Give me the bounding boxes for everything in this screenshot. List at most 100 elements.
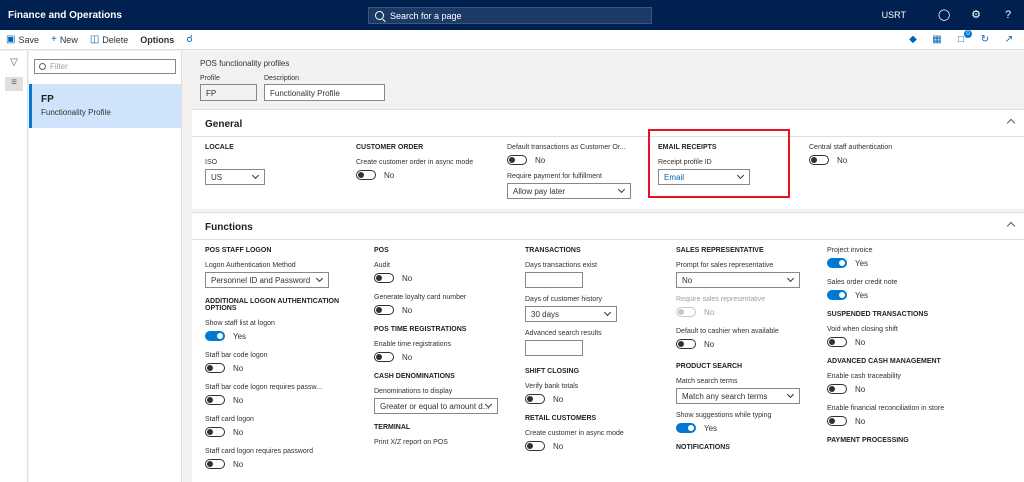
top-navigation-bar: Finance and Operations Search for a page…: [0, 0, 1024, 30]
require-rep-toggle[interactable]: [676, 307, 696, 317]
reconciliation-toggle[interactable]: [827, 416, 847, 426]
suggest-value: Yes: [704, 423, 718, 433]
defaults-group: Default transactions as Customer Or... N…: [507, 144, 632, 199]
prompt-select[interactable]: No: [676, 272, 800, 288]
barcode-toggle[interactable]: [205, 363, 225, 373]
locale-heading: LOCALE: [205, 144, 234, 151]
require-rep-label: Require sales representative: [676, 296, 766, 303]
barcode-pw-toggle[interactable]: [205, 395, 225, 405]
popout-icon[interactable]: ↗: [1002, 33, 1016, 47]
create-cust-toggle[interactable]: [525, 441, 545, 451]
default-cashier-label: Default to cashier when available: [676, 328, 779, 335]
customer-order-heading: CUSTOMER ORDER: [356, 144, 424, 151]
audit-toggle[interactable]: [374, 273, 394, 283]
search-icon: ☌: [186, 34, 194, 45]
profile-label: Profile: [200, 75, 220, 82]
chevron-up-icon[interactable]: [1006, 118, 1016, 128]
details-pane: POS functionality profiles Profile FP De…: [192, 51, 1024, 482]
details-header: POS functionality profiles Profile FP De…: [192, 51, 1024, 107]
credit-note-value: Yes: [855, 290, 869, 300]
show-staff-toggle[interactable]: [205, 331, 225, 341]
staff-logon-heading: POS STAFF LOGON: [205, 247, 272, 254]
profile-value[interactable]: FP: [200, 84, 257, 101]
days-history-select[interactable]: 30 days: [525, 306, 617, 322]
time-reg-toggle[interactable]: [374, 352, 394, 362]
logon-method-value: Personnel ID and Password: [211, 276, 311, 285]
match-select[interactable]: Match any search terms: [676, 388, 800, 404]
company-picker[interactable]: USRT: [882, 10, 906, 20]
void-toggle[interactable]: [827, 337, 847, 347]
default-cashier-value: No: [704, 339, 715, 349]
iso-label: ISO: [205, 159, 218, 166]
chevron-up-icon[interactable]: [1006, 221, 1016, 231]
async-order-toggle[interactable]: [356, 170, 376, 180]
cash-mgmt-heading: ADVANCED CASH MANAGEMENT: [827, 358, 941, 365]
save-label: Save: [18, 34, 39, 45]
adv-search-input[interactable]: [525, 340, 583, 356]
chevron-down-icon: [251, 171, 260, 180]
central-auth-group: Central staff authentication No: [809, 144, 949, 165]
traceability-toggle[interactable]: [827, 384, 847, 394]
diamond-icon[interactable]: ◆: [906, 33, 920, 47]
card-pw-label: Staff card logon requires password: [205, 448, 314, 455]
description-input[interactable]: Functionality Profile: [264, 84, 385, 101]
chevron-down-icon: [603, 308, 612, 317]
new-button[interactable]: + New: [51, 34, 78, 45]
req-payment-value: Allow pay later: [513, 187, 566, 196]
suggest-toggle[interactable]: [676, 423, 696, 433]
default-cashier-toggle[interactable]: [676, 339, 696, 349]
filter-placeholder: Filter: [50, 62, 68, 71]
functions-section: Functions POS STAFF LOGON Logon Authenti…: [192, 212, 1024, 482]
app-title[interactable]: Finance and Operations: [8, 10, 122, 21]
loyalty-toggle[interactable]: [374, 305, 394, 315]
card-pw-toggle[interactable]: [205, 459, 225, 469]
search-box[interactable]: Search for a page: [368, 7, 652, 24]
default-trans-toggle[interactable]: [507, 155, 527, 165]
save-button[interactable]: ▣ Save: [6, 34, 39, 45]
card-toggle[interactable]: [205, 427, 225, 437]
comment-icon[interactable]: □ 0: [954, 30, 972, 47]
refresh-icon[interactable]: ↻: [978, 33, 992, 47]
general-section: General LOCALE ISO US CUSTOMER ORDER Cre…: [192, 109, 1024, 209]
project-invoice-toggle[interactable]: [827, 258, 847, 268]
show-staff-value: Yes: [233, 331, 247, 341]
logon-method-select[interactable]: Personnel ID and Password: [205, 272, 329, 288]
trash-icon: ◫: [89, 34, 100, 45]
filter-input[interactable]: Filter: [34, 59, 176, 74]
filter-icon[interactable]: ▽: [5, 57, 23, 71]
pos-heading: POS: [374, 247, 389, 254]
denom-value: Greater or equal to amount d...: [380, 402, 490, 411]
delete-label: Delete: [102, 34, 129, 45]
page-title: POS functionality profiles: [200, 59, 290, 68]
general-title[interactable]: General: [205, 119, 242, 130]
req-payment-select[interactable]: Allow pay later: [507, 183, 631, 199]
options-button[interactable]: Options: [140, 35, 174, 45]
action-search-button[interactable]: ☌: [186, 34, 196, 45]
project-invoice-label: Project invoice: [827, 247, 873, 254]
search-placeholder: Search for a page: [390, 10, 462, 21]
gear-icon[interactable]: ⚙: [970, 9, 982, 21]
barcode-value: No: [233, 363, 244, 373]
list-item[interactable]: FP Functionality Profile: [29, 84, 181, 128]
central-auth-value: No: [837, 155, 848, 165]
credit-note-toggle[interactable]: [827, 290, 847, 300]
list-icon[interactable]: ≡: [5, 77, 23, 91]
chevron-down-icon: [617, 185, 626, 194]
functions-title[interactable]: Functions: [205, 222, 253, 233]
list-pane: Filter FP Functionality Profile: [29, 51, 182, 482]
denom-select[interactable]: Greater or equal to amount d...: [374, 398, 498, 414]
help-icon[interactable]: ?: [1002, 9, 1014, 21]
iso-select[interactable]: US: [205, 169, 265, 185]
reconciliation-value: No: [855, 416, 866, 426]
bell-icon[interactable]: ◯: [938, 9, 950, 21]
highlight-frame: [648, 129, 790, 198]
days-exist-input[interactable]: [525, 272, 583, 288]
office-icon[interactable]: ▦: [930, 33, 944, 47]
verify-toggle[interactable]: [525, 394, 545, 404]
suspended-heading: SUSPENDED TRANSACTIONS: [827, 311, 929, 318]
async-order-label: Create customer order in async mode: [356, 159, 474, 166]
search-icon: [375, 11, 384, 20]
delete-button[interactable]: ◫ Delete: [90, 34, 128, 45]
central-auth-toggle[interactable]: [809, 155, 829, 165]
sales-rep-heading: SALES REPRESENTATIVE: [676, 247, 764, 254]
